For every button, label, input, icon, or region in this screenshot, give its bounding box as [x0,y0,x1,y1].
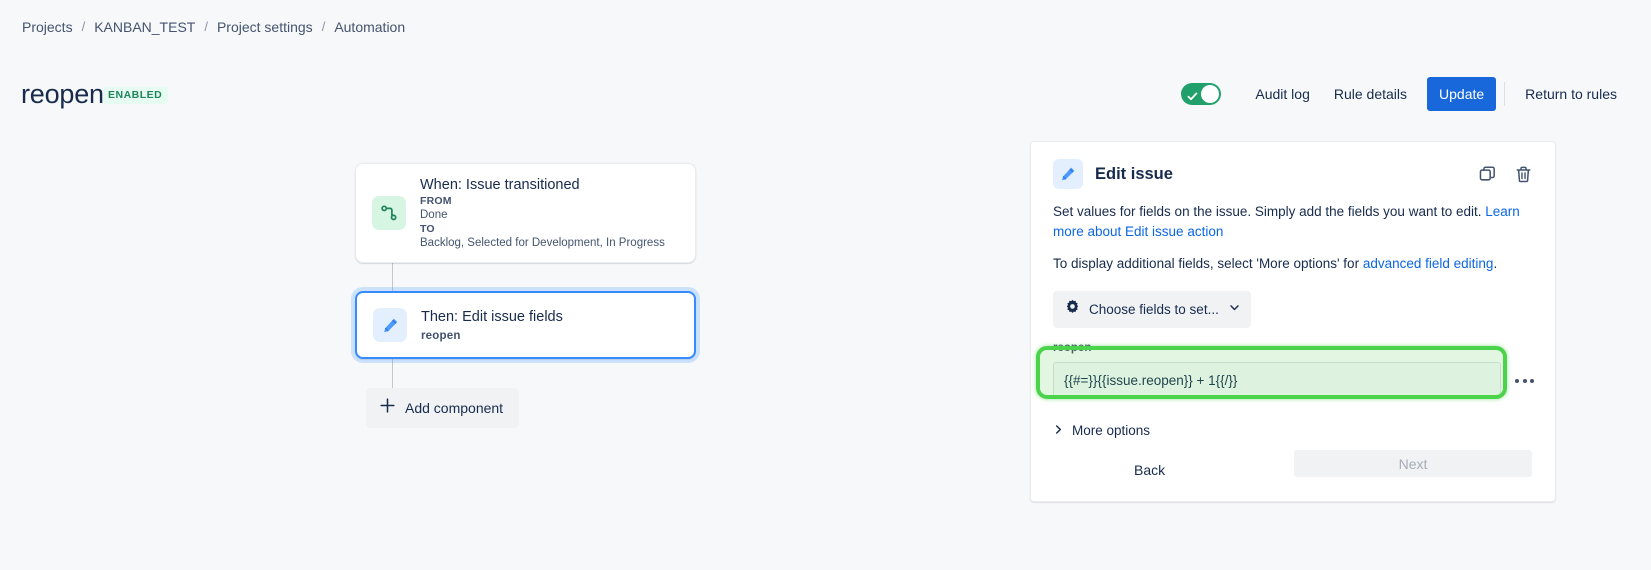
trigger-title: When: Issue transitioned [420,177,580,193]
status-badge: ENABLED [103,87,169,104]
breadcrumb-item-project-settings[interactable]: Project settings [217,18,313,36]
next-button[interactable]: Next [1294,450,1532,477]
issue-transitioned-icon [372,196,406,230]
back-button[interactable]: Back [1122,453,1177,487]
breadcrumb-separator: / [81,19,86,34]
trigger-from-value: Done [420,209,448,221]
field-label-reopen: reopen [1053,342,1092,354]
reopen-value-input[interactable] [1053,362,1501,399]
more-options-label: More options [1072,423,1151,438]
pencil-icon [373,308,407,342]
action-title: Then: Edit issue fields [421,309,563,325]
audit-log-button[interactable]: Audit log [1243,77,1321,111]
chevron-right-icon [1053,421,1064,441]
add-component-label: Add component [405,400,504,416]
header-actions: Audit log Rule details Update Return to … [1181,76,1651,112]
breadcrumb: Projects / KANBAN_TEST / Project setting… [22,18,405,36]
more-options-toggle[interactable]: More options [1053,421,1150,441]
action-node-edit-issue-fields[interactable]: Then: Edit issue fields reopen [355,291,696,359]
panel-description-2-suffix: . [1493,256,1498,271]
panel-header: Edit issue [1031,142,1555,189]
trigger-node-body: When: Issue transitioned FROM Done TO Ba… [420,175,665,251]
gear-icon [1065,299,1080,320]
header-divider [1504,82,1506,106]
action-node-body: Then: Edit issue fields reopen [421,307,563,343]
panel-title: Edit issue [1095,165,1173,183]
breadcrumb-separator: / [204,19,208,34]
trigger-to-label: TO [420,223,435,235]
panel-description-1-text: Set values for fields on the issue. Simp… [1053,204,1486,219]
choose-fields-label: Choose fields to set... [1089,301,1219,317]
trash-icon[interactable] [1511,162,1535,186]
rule-canvas: When: Issue transitioned FROM Done TO Ba… [0,130,1000,570]
chevron-down-icon [1228,300,1241,320]
panel-description-2-prefix: To display additional fields, select 'Mo… [1053,256,1363,271]
trigger-from-label: FROM [420,195,452,207]
update-button[interactable]: Update [1427,77,1497,111]
panel-description-2: To display additional fields, select 'Mo… [1031,242,1555,274]
choose-fields-dropdown[interactable]: Choose fields to set... [1053,291,1251,328]
rule-details-button[interactable]: Rule details [1322,77,1419,111]
page-title: reopen [21,79,104,109]
pencil-icon [1053,159,1083,189]
panel-header-actions [1475,162,1535,186]
rule-enabled-toggle[interactable] [1181,83,1222,107]
toggle-knob [1201,85,1220,103]
plus-icon [379,397,396,419]
check-icon [1187,89,1198,107]
advanced-field-editing-link[interactable]: advanced field editing [1363,256,1494,271]
add-component-button[interactable]: Add component [366,388,520,428]
copy-icon[interactable] [1475,162,1499,186]
field-row-reopen [1031,362,1555,399]
edit-issue-panel: Edit issue Set values for fields on the … [1030,141,1556,502]
breadcrumb-item-project[interactable]: KANBAN_TEST [94,18,195,36]
return-to-rules-button[interactable]: Return to rules [1513,77,1629,111]
dot [1515,378,1519,383]
breadcrumb-item-projects[interactable]: Projects [22,18,73,36]
panel-description-1: Set values for fields on the issue. Simp… [1031,189,1555,242]
dot [1522,378,1527,383]
trigger-node[interactable]: When: Issue transitioned FROM Done TO Ba… [355,163,696,263]
breadcrumb-item-automation[interactable]: Automation [334,18,405,36]
breadcrumb-separator: / [321,19,326,34]
more-horizontal-icon[interactable] [1513,371,1536,391]
dot [1530,378,1534,383]
action-subtitle: reopen [421,330,461,342]
trigger-to-value: Backlog, Selected for Development, In Pr… [420,237,665,249]
